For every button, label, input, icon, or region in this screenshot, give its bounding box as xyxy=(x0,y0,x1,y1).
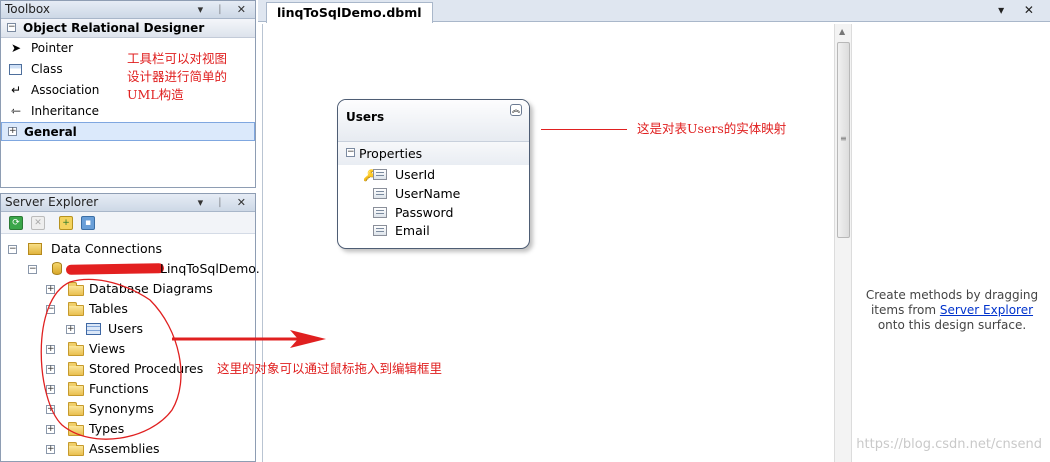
drag-annotation: 这里的对象可以通过鼠标拖入到编辑框里 xyxy=(217,361,443,376)
circle-annotation xyxy=(40,278,182,440)
watermark: https://blog.csdn.net/cnsend xyxy=(856,437,1042,452)
drag-annotation-graphics xyxy=(40,278,326,440)
